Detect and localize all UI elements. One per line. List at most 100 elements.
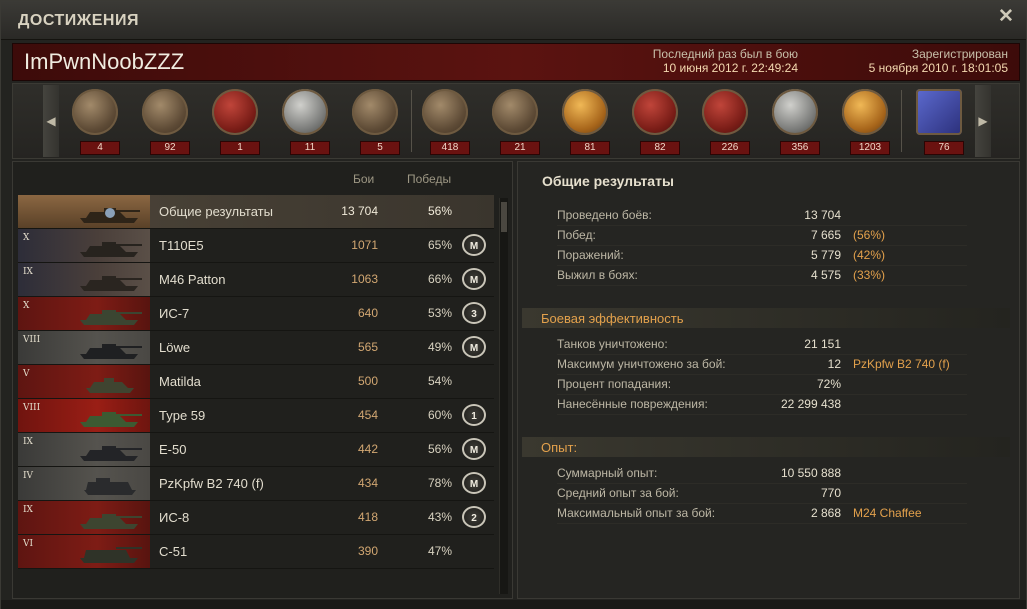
stat-extra: (33%) [853,268,886,282]
registration-info: Зарегистрирован 5 ноября 2010 г. 18:01:0… [808,47,1008,75]
window-title: ДОСТИЖЕНИЯ [18,12,139,29]
battles-count: 640 [357,306,378,320]
medal[interactable]: 1203 [836,89,892,155]
mastery-badge-icon: M [462,234,486,256]
scroll-left-arrow-icon[interactable]: ◀ [43,85,59,157]
vehicle-row[interactable]: IX ИС-8 418 43% 2 [18,501,494,535]
vehicle-thumbnail: IX [18,263,150,296]
tier-label: X [23,233,30,243]
tank-medal-icon [212,89,258,135]
medal[interactable]: 226 [696,89,752,155]
stat-extra: (56%) [853,228,886,242]
vehicle-row[interactable]: VIII Löwe 565 49% M [18,331,494,365]
medal[interactable]: 76 [910,89,966,155]
medal-count: 81 [570,141,610,155]
stat-row: Процент попадания: 72% [557,375,967,395]
stat-value: 2 868 [810,506,841,520]
vehicle-row[interactable]: VI С-51 390 47% [18,535,494,569]
tier-label: IX [23,437,33,447]
stat-extra: (42%) [853,248,886,262]
win-rate: 65% [427,238,452,252]
last-battle-value: 10 июня 2012 г. 22:49:24 [662,61,798,75]
medal[interactable]: 1 [206,89,262,155]
vehicle-row[interactable]: IX M46 Patton 1063 66% M [18,263,494,297]
scrollbar-thumb[interactable] [501,202,507,232]
tier-label: IX [23,505,33,515]
vehicle-row[interactable]: IX E-50 442 56% M [18,433,494,467]
medal[interactable]: 356 [766,89,822,155]
tank-icon [80,310,142,325]
medal[interactable]: 21 [486,89,542,155]
stat-value: 4 575 [810,268,841,282]
vehicle-row[interactable]: V Matilda 500 54% [18,365,494,399]
tier-label: VIII [23,335,41,345]
results-title: Общие результаты [542,173,674,189]
tank-icon [80,242,142,257]
medal-count: 356 [780,141,820,155]
vehicle-row[interactable]: X ИС-7 640 53% 3 [18,297,494,331]
last-battle-label: Последний раз был в бою [652,47,798,61]
scroll-right-arrow-icon[interactable]: ▶ [975,85,991,157]
stat-label: Проведено боёв: [557,208,652,222]
medal[interactable]: 4 [66,89,122,155]
wot-emblem-medal-icon [422,89,468,135]
battles-count: 500 [357,374,378,388]
stat-value: 72% [816,377,841,391]
vehicle-row[interactable]: VIII Type 59 454 60% 1 [18,399,494,433]
stat-row: Поражений: 5 779 (42%) [557,246,967,266]
vehicle-thumbnail: IV [18,467,150,500]
stat-value: 770 [820,486,841,500]
stat-row: Выжил в боях: 4 575 (33%) [557,266,967,286]
medal[interactable]: 81 [556,89,612,155]
stat-value: 5 779 [810,248,841,262]
battles-count: 390 [357,544,378,558]
tank-icon [80,412,142,427]
registered-label: Зарегистрирован [911,47,1008,61]
vehicle-list-scrollbar[interactable] [499,198,508,594]
summary-row[interactable]: Общие результаты 13 704 56% [18,195,494,229]
win-rate: 56% [427,442,452,456]
vehicle-name: M46 Patton [159,272,226,287]
tank-icon [80,208,140,223]
tank-icon [80,446,142,461]
stat-label: Максимальный опыт за бой: [557,506,716,520]
medal-count: 1203 [850,141,890,155]
stat-row: Танков уничтожено: 21 151 [557,335,967,355]
stat-row: Суммарный опыт: 10 550 888 [557,464,967,484]
title-bar: ДОСТИЖЕНИЯ ✕ [1,1,1026,40]
red-shield-medal-icon [632,89,678,135]
column-header-wins[interactable]: Победы [407,172,451,186]
vehicle-name: Matilda [159,374,201,389]
medal[interactable]: 92 [136,89,192,155]
win-rate: 60% [427,408,452,422]
stat-value: 7 665 [810,228,841,242]
battles-count: 418 [357,510,378,524]
tank-medal-icon [142,89,188,135]
tier-label: X [23,301,30,311]
medal[interactable]: 82 [626,89,682,155]
medal-count: 76 [924,141,964,155]
vehicle-row[interactable]: X T110E5 1071 65% M [18,229,494,263]
medal[interactable]: 5 [346,89,402,155]
stat-label: Побед: [557,228,596,242]
tier-label: IV [23,471,34,481]
medal-divider [901,90,902,152]
close-icon[interactable]: ✕ [997,7,1015,26]
vehicle-name: Löwe [159,340,191,355]
medal[interactable]: 11 [276,89,332,155]
battles-count: 434 [357,476,378,490]
stat-label: Средний опыт за бой: [557,486,679,500]
vehicle-name: Общие результаты [159,204,273,219]
tank-medal-icon [352,89,398,135]
purple-badge-medal-icon [916,89,962,135]
column-header-battles[interactable]: Бои [353,172,374,186]
tank-medal-icon [72,89,118,135]
stat-extra: M24 Chaffee [853,506,922,520]
vehicle-row[interactable]: IV PzKpfw B2 740 (f) 434 78% M [18,467,494,501]
medal-count: 1 [220,141,260,155]
battles-count: 454 [357,408,378,422]
stat-label: Танков уничтожено: [557,337,668,351]
bottom-edge [1,600,1026,609]
medal[interactable]: 418 [416,89,472,155]
tank-medal-icon [702,89,748,135]
